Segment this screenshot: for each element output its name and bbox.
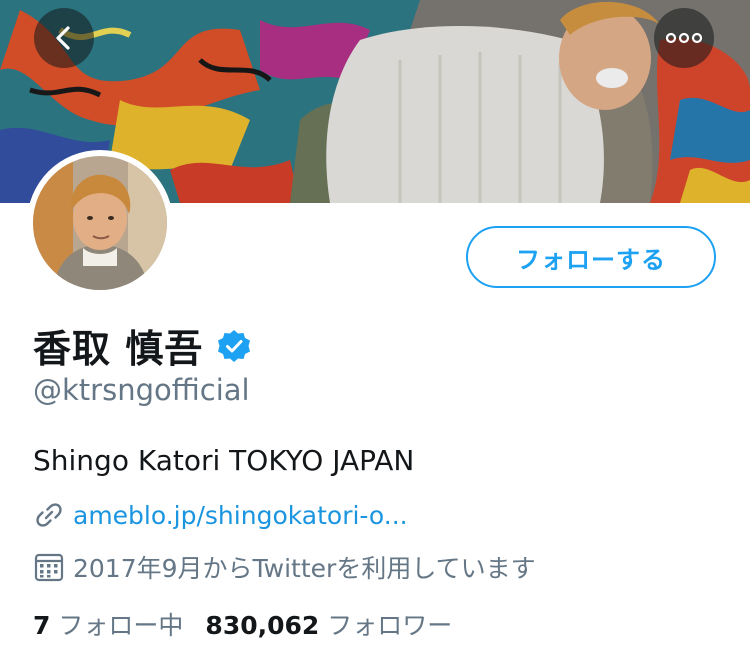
followers-stat[interactable]: 830,062 フォロワー — [205, 606, 452, 642]
followers-label: フォロワー — [327, 611, 453, 640]
verified-badge-icon — [218, 329, 251, 362]
avatar-image — [33, 156, 167, 290]
follow-stats: 7 フォロー中 830,062 フォロワー — [33, 606, 452, 642]
following-label: フォロー中 — [58, 611, 184, 640]
following-stat[interactable]: 7 フォロー中 — [33, 606, 183, 642]
ellipsis-horizontal-icon — [666, 32, 702, 44]
more-options-button[interactable] — [654, 8, 714, 68]
back-button[interactable] — [34, 8, 94, 68]
profile-bio: Shingo Katori TOKYO JAPAN — [33, 444, 415, 477]
profile-link-row: ameblo.jp/shingokatori-o... — [33, 499, 408, 531]
joined-date: 2017年9月からTwitterを利用しています — [73, 554, 536, 583]
follow-button[interactable]: フォローする — [466, 226, 716, 288]
profile-avatar[interactable] — [27, 150, 173, 296]
joined-date-row: 2017年9月からTwitterを利用しています — [33, 549, 536, 585]
chevron-left-icon — [56, 26, 70, 50]
user-handle: @ktrsngofficial — [33, 373, 250, 407]
name-row: 香取 慎吾 — [33, 318, 251, 373]
following-count: 7 — [33, 611, 51, 640]
profile-link[interactable]: ameblo.jp/shingokatori-o... — [73, 501, 408, 530]
calendar-icon — [34, 553, 64, 582]
link-icon — [36, 503, 62, 527]
followers-count: 830,062 — [205, 611, 320, 640]
display-name: 香取 慎吾 — [33, 327, 204, 371]
